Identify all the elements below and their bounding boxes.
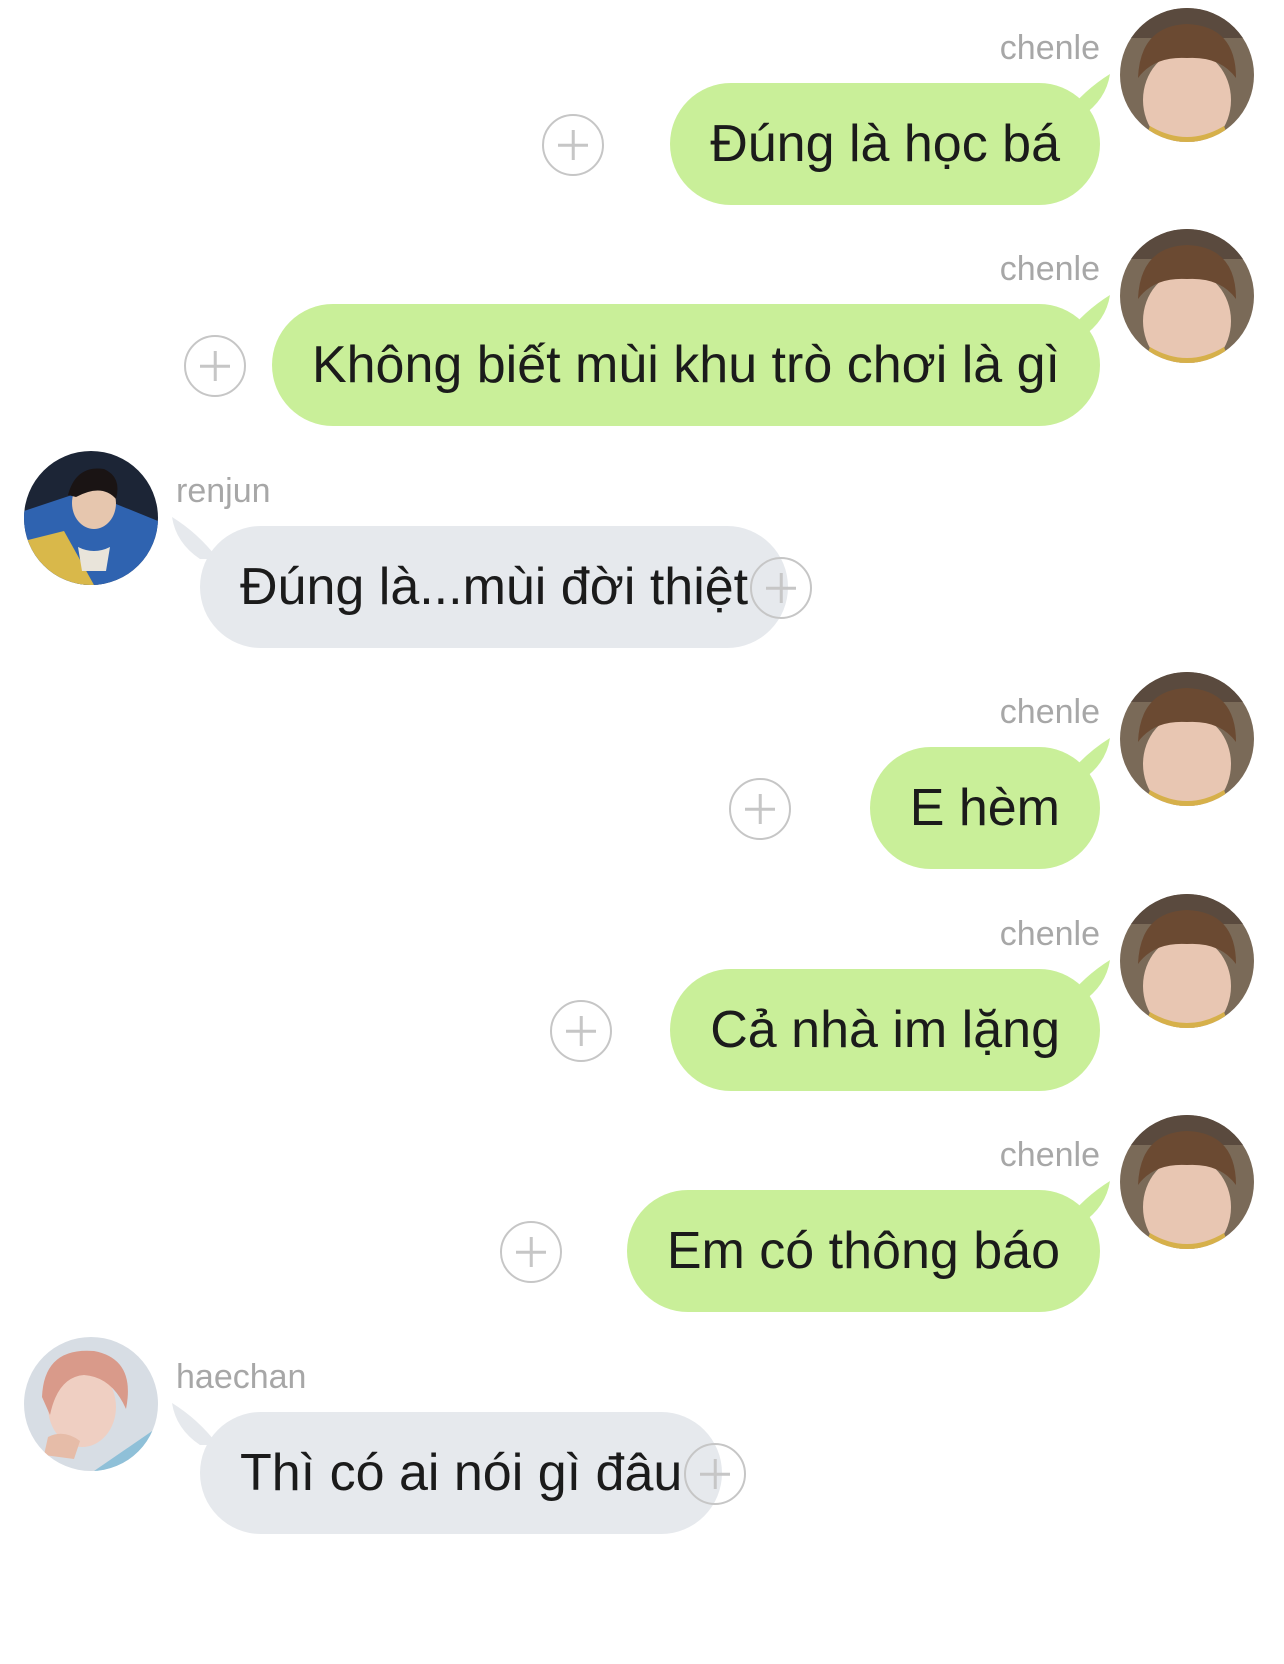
- avatar-chenle[interactable]: [1120, 1115, 1254, 1249]
- add-reaction-button[interactable]: [550, 1000, 612, 1062]
- sender-name: haechan: [176, 1358, 307, 1396]
- add-reaction-button[interactable]: [684, 1443, 746, 1505]
- avatar-chenle[interactable]: [1120, 672, 1254, 806]
- message-row: chenle Em có thông báo: [0, 1115, 1284, 1335]
- message-row: chenle Đúng là học bá: [0, 8, 1284, 228]
- bubble-tail: [1064, 1181, 1110, 1223]
- sender-name: chenle: [999, 1136, 1100, 1174]
- add-reaction-button[interactable]: [542, 114, 604, 176]
- message-row: chenle E hèm: [0, 672, 1284, 892]
- message-bubble: Thì có ai nói gì đâu: [200, 1412, 723, 1534]
- bubble-tail: [1064, 74, 1110, 116]
- bubble-tail: [1064, 295, 1110, 337]
- add-reaction-button[interactable]: [184, 335, 246, 397]
- sender-name: chenle: [999, 915, 1100, 953]
- bubble-tail: [1064, 960, 1110, 1002]
- sender-name: renjun: [176, 472, 271, 510]
- add-reaction-button[interactable]: [750, 557, 812, 619]
- message-row: renjun Đúng là...mùi đời thiệt: [0, 451, 1284, 671]
- message-bubble: Đúng là học bá: [670, 83, 1100, 205]
- avatar-haechan[interactable]: [24, 1337, 158, 1471]
- sender-name: chenle: [999, 250, 1100, 288]
- avatar-chenle[interactable]: [1120, 229, 1254, 363]
- sender-name: chenle: [999, 29, 1100, 67]
- bubble-tail: [172, 517, 218, 559]
- bubble-tail: [1064, 738, 1110, 780]
- message-bubble: Em có thông báo: [626, 1190, 1100, 1312]
- message-row: chenle Không biết mùi khu trò chơi là gì: [0, 229, 1284, 449]
- sender-name: chenle: [999, 693, 1100, 731]
- message-row: chenle Cả nhà im lặng: [0, 894, 1284, 1114]
- avatar-chenle[interactable]: [1120, 8, 1254, 142]
- add-reaction-button[interactable]: [500, 1221, 562, 1283]
- message-row: haechan Thì có ai nói gì đâu: [0, 1337, 1284, 1557]
- message-bubble: Cả nhà im lặng: [670, 969, 1100, 1091]
- message-bubble: Không biết mùi khu trò chơi là gì: [271, 304, 1100, 426]
- message-bubble: Đúng là...mùi đời thiệt: [200, 526, 789, 648]
- avatar-chenle[interactable]: [1120, 894, 1254, 1028]
- avatar-renjun[interactable]: [24, 451, 158, 585]
- bubble-tail: [172, 1403, 218, 1445]
- add-reaction-button[interactable]: [729, 778, 791, 840]
